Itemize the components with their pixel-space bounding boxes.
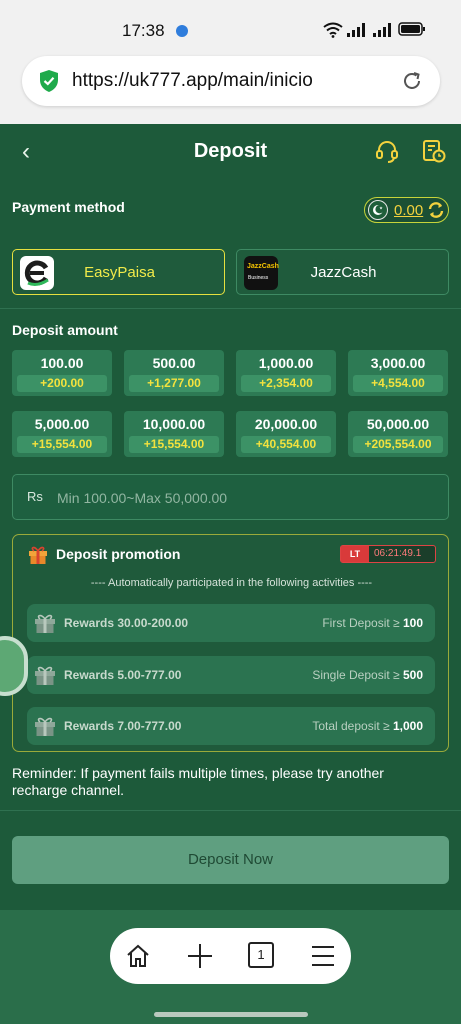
deposit-page: ‹ Deposit Payment method 0.00 EasyPaisa …: [0, 124, 461, 910]
status-time: 17:38: [122, 21, 165, 40]
amount-bonus: +1,277.00: [129, 375, 219, 392]
amount-option[interactable]: 10,000.00 +15,554.00: [124, 411, 224, 457]
payment-option-name: EasyPaisa: [84, 264, 155, 281]
secure-shield-icon: [40, 70, 58, 92]
reward-row: Rewards 5.00-777.00 Single Deposit ≥ 500: [27, 656, 435, 694]
reward-label: Rewards 5.00-777.00: [64, 668, 182, 682]
amount-bonus: +15,554.00: [17, 436, 107, 453]
deposit-promotion-panel: Deposit promotion LT 06:21:49.1 ---- Aut…: [12, 534, 449, 752]
amount-bonus: +200.00: [17, 375, 107, 392]
browser-toolbar: https://uk777.app/main/inicio: [0, 50, 461, 124]
payment-reminder: Reminder: If payment fails multiple time…: [12, 765, 384, 798]
reward-label: Rewards 7.00-777.00: [64, 719, 182, 733]
amount-bonus: +4,554.00: [353, 375, 443, 392]
promotion-title: Deposit promotion: [56, 546, 181, 562]
signal-icon-2: [373, 23, 391, 37]
amount-option[interactable]: 5,000.00 +15,554.00: [12, 411, 112, 457]
page-header: ‹ Deposit: [0, 124, 461, 180]
countdown-badge: LT 06:21:49.1: [340, 545, 436, 563]
wifi-icon: [323, 22, 343, 38]
gift-icon: [29, 546, 47, 564]
payment-method-label: Payment method: [12, 199, 125, 215]
amount-input[interactable]: [57, 485, 437, 511]
notification-icon: [176, 25, 188, 37]
amount-value: 50,000.00: [366, 416, 430, 432]
reward-threshold: 100: [402, 616, 423, 630]
reward-row: Rewards 30.00-200.00 First Deposit ≥ 100: [27, 604, 435, 642]
amount-option[interactable]: 20,000.00 +40,554.00: [236, 411, 336, 457]
reward-gift-icon: [35, 614, 55, 633]
payment-option-easypaisa[interactable]: EasyPaisa: [12, 249, 225, 295]
reward-condition-text: Total deposit ≥: [312, 719, 390, 733]
amount-bonus: +205,554.00: [353, 436, 443, 453]
payment-option-name: JazzCash: [310, 264, 377, 281]
balance-amount: 0.00: [394, 202, 424, 219]
reward-label: Rewards 30.00-200.00: [64, 616, 189, 630]
signal-icon-1: [347, 23, 365, 37]
amount-input-field[interactable]: Rs: [12, 474, 449, 520]
refresh-balance-icon[interactable]: [427, 201, 445, 219]
promotion-subtitle: ---- Automatically participated in the f…: [90, 577, 373, 589]
amount-value: 1,000.00: [258, 355, 314, 371]
amount-value: 500.00: [152, 355, 196, 371]
amount-option[interactable]: 500.00 +1,277.00: [124, 350, 224, 396]
payment-option-jazzcash[interactable]: JazzCash Business JazzCash: [236, 249, 449, 295]
menu-icon[interactable]: [309, 942, 337, 970]
amount-option[interactable]: 3,000.00 +4,554.00: [348, 350, 448, 396]
battery-icon: [398, 22, 425, 36]
reload-icon[interactable]: [400, 69, 424, 93]
reward-condition-text: First Deposit ≥: [322, 616, 400, 630]
home-indicator: [154, 1012, 308, 1017]
amount-value: 100.00: [40, 355, 84, 371]
browser-nav-pill: 1: [110, 928, 351, 984]
home-icon[interactable]: [124, 942, 152, 970]
reward-threshold: 1,000: [392, 719, 423, 733]
reward-condition: Total deposit ≥ 1,000: [312, 719, 423, 733]
reward-condition: Single Deposit ≥ 500: [312, 668, 423, 682]
reward-condition-text: Single Deposit ≥: [312, 668, 400, 682]
amount-bonus: +15,554.00: [129, 436, 219, 453]
amount-option[interactable]: 1,000.00 +2,354.00: [236, 350, 336, 396]
new-tab-plus-icon[interactable]: [186, 942, 214, 970]
divider: [0, 810, 461, 811]
reward-condition: First Deposit ≥ 100: [322, 616, 423, 630]
reward-row: Rewards 7.00-777.00 Total deposit ≥ 1,00…: [27, 707, 435, 745]
history-icon[interactable]: [421, 138, 447, 164]
divider: [0, 308, 461, 309]
amount-bonus: +40,554.00: [241, 436, 331, 453]
deposit-amount-label: Deposit amount: [12, 322, 118, 338]
amount-value: 5,000.00: [34, 416, 90, 432]
limited-time-badge: LT: [341, 546, 369, 562]
customer-support-icon[interactable]: [374, 138, 400, 164]
pakistan-flag-icon: [368, 200, 388, 220]
amount-value: 20,000.00: [254, 416, 318, 432]
reward-threshold: 500: [402, 668, 423, 682]
reward-gift-icon: [35, 717, 55, 736]
browser-bottom-bar: 1: [0, 910, 461, 1024]
tabs-count-button[interactable]: 1: [248, 942, 274, 968]
reward-gift-icon: [35, 666, 55, 685]
countdown-timer: 06:21:49.1: [374, 548, 422, 559]
tab-count: 1: [257, 947, 265, 962]
amount-value: 3,000.00: [370, 355, 426, 371]
url-text[interactable]: https://uk777.app/main/inicio: [72, 70, 313, 92]
amount-option[interactable]: 100.00 +200.00: [12, 350, 112, 396]
balance-widget[interactable]: 0.00: [364, 197, 449, 223]
address-bar[interactable]: https://uk777.app/main/inicio: [22, 56, 440, 106]
amount-bonus: +2,354.00: [241, 375, 331, 392]
amount-option[interactable]: 50,000.00 +205,554.00: [348, 411, 448, 457]
currency-label: Rs: [27, 489, 43, 504]
amount-value: 10,000.00: [142, 416, 206, 432]
deposit-now-button[interactable]: Deposit Now: [12, 836, 449, 884]
